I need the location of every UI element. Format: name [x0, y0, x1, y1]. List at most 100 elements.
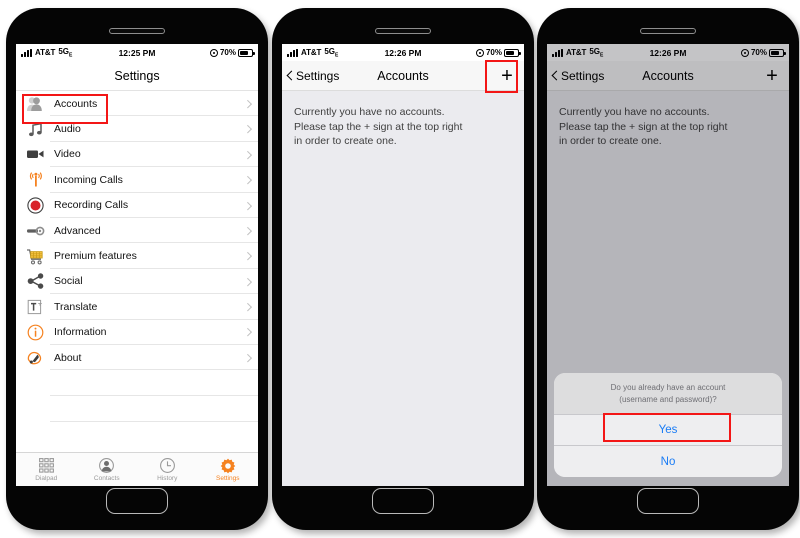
empty-state-message: Currently you have no accounts. Please t…: [294, 106, 463, 147]
chevron-left-icon: [286, 70, 297, 81]
navigation-bar: Settings Accounts +: [547, 61, 789, 91]
clock-icon: [159, 457, 175, 474]
list-item-label: Incoming Calls: [54, 173, 123, 186]
clock-label: 12:26 PM: [649, 47, 687, 58]
accounts-icon: [25, 94, 46, 113]
chevron-right-icon: [243, 252, 252, 260]
tab-label: History: [157, 475, 178, 482]
list-item-label: Accounts: [54, 97, 98, 110]
translate-icon: [25, 297, 46, 316]
dialog-yes-button[interactable]: Yes: [554, 415, 782, 446]
list-item-translate[interactable]: Translate: [16, 294, 258, 320]
list-item-label: Premium features: [54, 250, 137, 263]
phone-device-settings: AT&T 5GE 12:25 PM 70% Settings Accounts …: [6, 8, 268, 530]
status-bar: AT&T 5GE 12:26 PM 70%: [282, 44, 524, 61]
battery-icon: [504, 48, 521, 57]
list-item-premium-features[interactable]: Premium features: [16, 243, 258, 270]
home-button[interactable]: [372, 488, 434, 514]
earpiece-speaker: [640, 28, 696, 34]
list-item-social[interactable]: Social: [16, 268, 258, 295]
settings-screen: AT&T 5GE 12:25 PM 70% Settings Accounts …: [16, 44, 258, 486]
chevron-right-icon: [243, 302, 252, 311]
list-item-label: Audio: [54, 123, 81, 136]
tab-bar: Dialpad Contacts History Settings: [16, 452, 258, 486]
earpiece-speaker: [375, 28, 431, 34]
dialog-no-button[interactable]: No: [554, 446, 782, 477]
list-item-label: Social: [54, 275, 83, 288]
navigation-bar: Settings: [16, 61, 258, 91]
phone-device-accounts-dialog: AT&T 5GE 12:26 PM 70% Settings Accounts …: [537, 8, 799, 530]
home-button[interactable]: [637, 488, 699, 514]
navigation-bar: Settings Accounts +: [282, 61, 524, 91]
list-item-audio[interactable]: Audio: [16, 116, 258, 143]
tab-label: Contacts: [93, 475, 120, 482]
list-item-about[interactable]: About: [16, 344, 258, 371]
battery-icon: [238, 48, 255, 57]
list-item-label: Information: [54, 326, 107, 339]
list-item-label: Advanced: [54, 224, 101, 237]
dialpad-icon: [38, 457, 54, 474]
battery-icon: [769, 48, 786, 57]
chevron-right-icon: [243, 277, 252, 286]
chevron-right-icon: [243, 175, 252, 184]
list-item-label: Translate: [54, 300, 98, 313]
settings-list: Accounts Audio Video Incoming Calls Reco…: [16, 91, 258, 423]
back-button[interactable]: Settings: [286, 68, 340, 83]
list-item-label: About: [54, 351, 82, 364]
accounts-screen-with-dialog: AT&T 5GE 12:26 PM 70% Settings Accounts …: [547, 44, 789, 486]
tab-contacts[interactable]: Contacts: [77, 453, 138, 486]
list-item-label: Recording Calls: [54, 199, 129, 212]
tab-settings[interactable]: Settings: [198, 453, 259, 486]
list-item-video[interactable]: Video: [16, 141, 258, 168]
location-services-icon: [209, 48, 218, 57]
list-filler-row: [16, 396, 258, 423]
list-item-information[interactable]: Information: [16, 319, 258, 346]
chevron-right-icon: [243, 99, 252, 108]
empty-state-message: Currently you have no accounts. Please t…: [559, 106, 728, 147]
accounts-screen: AT&T 5GE 12:26 PM 70% Settings Accounts …: [282, 44, 524, 486]
tab-history[interactable]: History: [137, 453, 198, 486]
chevron-right-icon: [243, 201, 252, 210]
screenshot-stage: AT&T 5GE 12:25 PM 70% Settings Accounts …: [0, 0, 800, 538]
add-account-button[interactable]: +: [761, 66, 783, 86]
video-camera-icon: [25, 145, 46, 164]
home-button[interactable]: [106, 488, 168, 514]
list-item-incoming-calls[interactable]: Incoming Calls: [16, 167, 258, 193]
back-button-label: Settings: [561, 68, 605, 83]
dialog-title: Do you already have an account (username…: [554, 373, 782, 415]
clock-label: 12:25 PM: [118, 47, 156, 58]
audio-note-icon: [25, 120, 46, 139]
chevron-right-icon: [243, 125, 252, 133]
tab-label: Dialpad: [35, 475, 58, 482]
chevron-right-icon: [243, 328, 252, 337]
gear-icon: [220, 457, 236, 474]
information-icon: [25, 323, 46, 342]
list-filler-row: [16, 370, 258, 397]
list-item-recording-calls[interactable]: Recording Calls: [16, 192, 258, 219]
location-services-icon: [475, 48, 484, 57]
wrench-icon: [25, 221, 46, 240]
clock-label: 12:26 PM: [384, 47, 422, 58]
tab-dialpad[interactable]: Dialpad: [16, 453, 77, 486]
chevron-right-icon: [243, 226, 252, 235]
incoming-calls-icon: [25, 170, 46, 189]
about-icon: [25, 348, 46, 367]
chevron-right-icon: [243, 150, 252, 159]
location-services-icon: [740, 48, 749, 57]
status-bar: AT&T 5GE 12:26 PM 70%: [547, 44, 789, 61]
record-dot-icon: [25, 196, 46, 215]
status-bar: AT&T 5GE 12:25 PM 70%: [16, 44, 258, 61]
back-button[interactable]: Settings: [551, 68, 605, 83]
contacts-icon: [99, 457, 115, 474]
chevron-right-icon: [243, 353, 252, 362]
list-item-accounts[interactable]: Accounts: [16, 91, 258, 117]
phone-device-accounts: AT&T 5GE 12:26 PM 70% Settings Accounts …: [272, 8, 534, 530]
back-button-label: Settings: [296, 68, 340, 83]
tab-label: Settings: [216, 475, 240, 482]
earpiece-speaker: [109, 28, 165, 34]
list-item-advanced[interactable]: Advanced: [16, 217, 258, 244]
add-account-button[interactable]: +: [496, 66, 518, 86]
shopping-cart-icon: [25, 247, 46, 266]
account-question-dialog: Do you already have an account (username…: [554, 373, 782, 477]
page-title: Settings: [114, 68, 160, 83]
